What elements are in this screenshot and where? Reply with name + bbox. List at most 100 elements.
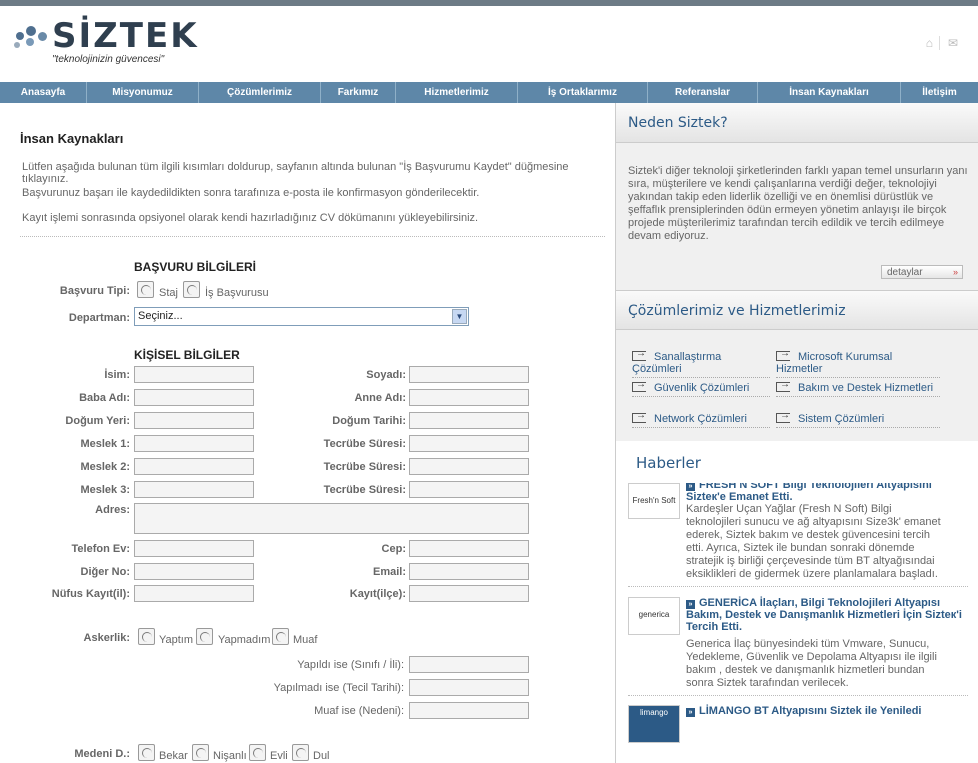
yaptim-radio[interactable] <box>138 628 155 645</box>
muaf-nedeni-input[interactable] <box>409 702 529 719</box>
solution-link[interactable]: Bakım ve Destek Hizmetleri <box>776 379 940 397</box>
nufus-kayit-il-input[interactable] <box>134 585 254 602</box>
siztek-logo[interactable]: SİZTEK "teknolojinizin güvencesi" <box>12 16 197 70</box>
cep-label: Cep: <box>381 543 406 555</box>
dogum-tarihi-label: Doğum Tarihi: <box>332 415 406 427</box>
anne-adi-input[interactable] <box>409 389 529 406</box>
tecrube-3-input[interactable] <box>409 481 529 498</box>
is-basvurusu-label: İş Başvurusu <box>205 287 269 299</box>
nav-cozumlerimiz[interactable]: Çözümlerimiz <box>199 82 321 103</box>
yapmadim-label: Yapmadım <box>218 634 271 646</box>
double-chevron-right-icon: » <box>952 267 958 277</box>
news-divider <box>628 586 968 587</box>
departman-select[interactable]: Seçiniz... ▼ <box>134 307 469 326</box>
nav-farkimiz[interactable]: Farkımız <box>321 82 396 103</box>
home-icon[interactable]: ⌂ <box>926 36 940 50</box>
yaptim-label: Yaptım <box>159 634 194 646</box>
askerlik-label: Askerlik: <box>83 632 130 644</box>
page-title: İnsan Kaynakları <box>20 131 124 146</box>
adres-label: Adres: <box>95 504 130 516</box>
meslek-1-input[interactable] <box>134 435 254 452</box>
nav-anasayfa[interactable]: Anasayfa <box>0 82 87 103</box>
arrow-out-icon <box>776 348 790 361</box>
nisanli-radio[interactable] <box>192 744 209 761</box>
nav-is-ortaklarimiz[interactable]: İş Ortaklarımız <box>518 82 648 103</box>
adres-textarea[interactable] <box>134 503 529 534</box>
muaf-label: Muaf <box>293 634 318 646</box>
muaf-nedeni-label: Muaf ise (Nedeni): <box>314 705 404 717</box>
dul-radio[interactable] <box>292 744 309 761</box>
arrow-out-icon <box>632 410 646 423</box>
basvuru-tipi-label: Başvuru Tipi: <box>59 285 130 297</box>
arrow-out-icon <box>776 379 790 392</box>
detaylar-button[interactable]: detaylar » <box>881 265 963 279</box>
nav-referanslar[interactable]: Referanslar <box>648 82 758 103</box>
divider <box>20 236 605 237</box>
nav-misyonumuz[interactable]: Misyonumuz <box>87 82 199 103</box>
bekar-label: Bekar <box>159 750 188 762</box>
evli-radio[interactable] <box>249 744 266 761</box>
news-ticker: Fresh'n Soft » FRESH N SOFT Bilgi Teknolo… <box>616 483 978 763</box>
news-headline[interactable]: » GENERİCA İlaçları, Bilgi Teknolojileri … <box>686 597 966 633</box>
staj-label: Staj <box>159 287 178 299</box>
intro-text-1: Lütfen aşağıda bulunan tüm ilgili kısıml… <box>22 161 569 185</box>
solution-link[interactable]: Network Çözümleri <box>632 410 770 428</box>
arrow-out-icon <box>632 379 646 392</box>
soyadi-input[interactable] <box>409 366 529 383</box>
is-basvurusu-radio[interactable] <box>183 281 200 298</box>
baba-adi-label: Baba Adı: <box>79 392 130 404</box>
dogum-tarihi-input[interactable] <box>409 412 529 429</box>
anne-adi-label: Anne Adı: <box>354 392 406 404</box>
logo-tagline: "teknolojinizin güvencesi" <box>52 54 165 65</box>
tecrube-2-input[interactable] <box>409 458 529 475</box>
evli-label: Evli <box>270 750 288 762</box>
dogum-yeri-input[interactable] <box>134 412 254 429</box>
meslek-2-label: Meslek 2: <box>80 461 130 473</box>
chevron-down-icon[interactable]: ▼ <box>452 309 467 324</box>
meslek-3-label: Meslek 3: <box>80 484 130 496</box>
yapildi-input[interactable] <box>409 656 529 673</box>
tecrube-1-input[interactable] <box>409 435 529 452</box>
isim-input[interactable] <box>134 366 254 383</box>
why-siztek-title: Neden Siztek? <box>616 103 978 143</box>
news-headline[interactable]: » LİMANGO BT Altyapısını Siztek ile Yenil… <box>686 705 966 717</box>
yapilmadi-label: Yapılmadı ise (Tecil Tarihi): <box>273 682 404 694</box>
sidebar: Neden Siztek? Siztek'i diğer teknoloji ş… <box>615 103 978 763</box>
yapmadim-radio[interactable] <box>196 628 213 645</box>
arrow-out-icon <box>776 410 790 423</box>
telefon-ev-input[interactable] <box>134 540 254 557</box>
yapilmadi-input[interactable] <box>409 679 529 696</box>
soyadi-label: Soyadı: <box>366 369 406 381</box>
nav-hizmetlerimiz[interactable]: Hizmetlerimiz <box>396 82 518 103</box>
nufus-kayit-il-label: Nüfus Kayıt(il): <box>51 588 130 600</box>
meslek-2-input[interactable] <box>134 458 254 475</box>
arrow-box-icon: » <box>686 483 695 491</box>
baba-adi-input[interactable] <box>134 389 254 406</box>
bekar-radio[interactable] <box>138 744 155 761</box>
solution-link[interactable]: Microsoft Kurumsal Hizmetler <box>776 348 940 378</box>
detaylar-label: detaylar <box>887 267 923 278</box>
solution-link[interactable]: Güvenlik Çözümleri <box>632 379 770 397</box>
kayit-ilce-input[interactable] <box>409 585 529 602</box>
nav-insan-kaynaklari[interactable]: İnsan Kaynakları <box>758 82 901 103</box>
news-headline[interactable]: » FRESH N SOFT Bilgi Teknolojileri Altyap… <box>686 483 966 503</box>
muaf-radio[interactable] <box>272 628 289 645</box>
top-bar <box>0 0 978 6</box>
intro-text-2: Başvurunuz başarı ile kaydedildikten son… <box>22 187 480 199</box>
diger-no-input[interactable] <box>134 563 254 580</box>
dul-label: Dul <box>313 750 330 762</box>
staj-radio[interactable] <box>137 281 154 298</box>
solution-link[interactable]: Sistem Çözümleri <box>776 410 940 428</box>
why-siztek-text: Siztek'i diğer teknoloji şirketlerinden … <box>628 165 968 242</box>
email-input[interactable] <box>409 563 529 580</box>
isim-label: İsim: <box>104 369 130 381</box>
email-label: Email: <box>372 566 406 578</box>
meslek-3-input[interactable] <box>134 481 254 498</box>
solution-link[interactable]: Sanallaştırma Çözümleri <box>632 348 770 378</box>
telefon-ev-label: Telefon Ev: <box>71 543 130 555</box>
meslek-1-label: Meslek 1: <box>80 438 130 450</box>
cep-input[interactable] <box>409 540 529 557</box>
nav-iletisim[interactable]: İletişim <box>901 82 978 103</box>
mail-icon[interactable]: ✉ <box>948 36 964 50</box>
news-body: Kardeşler Uçan Yağlar (Fresh N Soft) Bil… <box>686 503 941 580</box>
